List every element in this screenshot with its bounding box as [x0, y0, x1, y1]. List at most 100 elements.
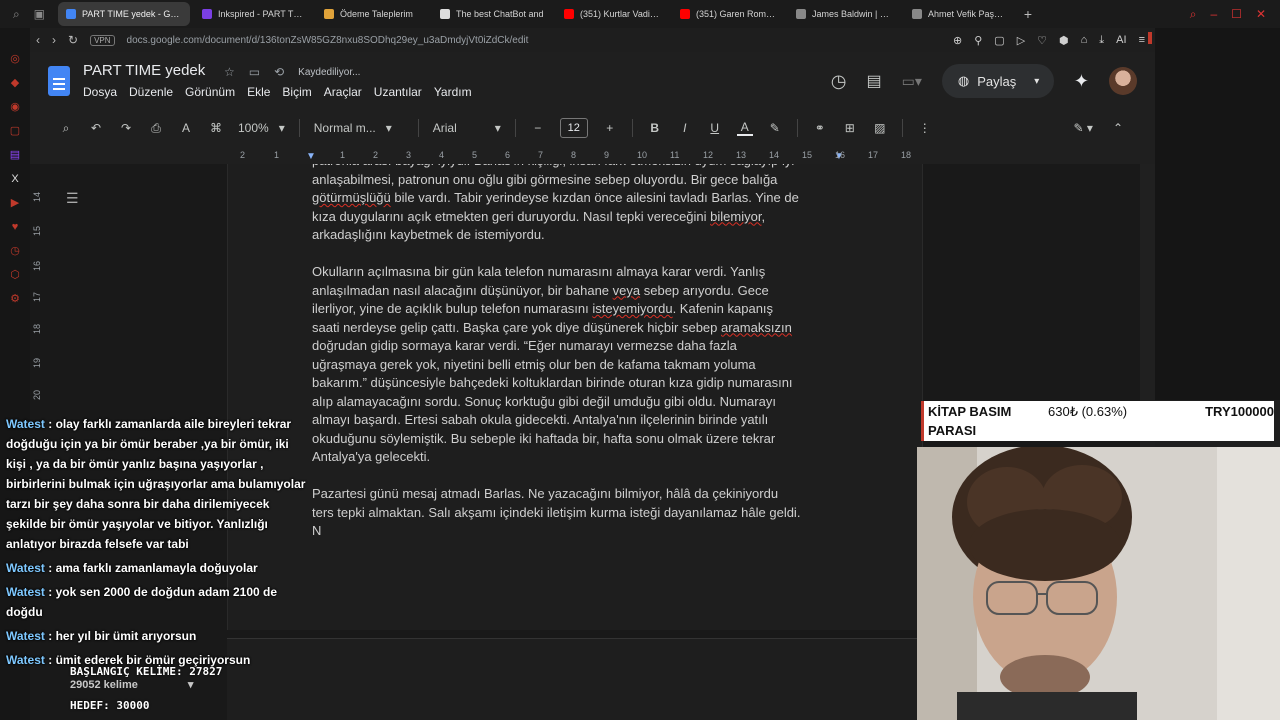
- link-icon[interactable]: ⚭: [812, 121, 828, 135]
- redo-icon[interactable]: ↷: [118, 121, 134, 135]
- tab-title: PART TIME yedek - Google: [82, 9, 182, 19]
- maximize-icon[interactable]: ☐: [1231, 7, 1242, 21]
- x-icon[interactable]: X: [8, 172, 22, 186]
- browser-tab[interactable]: (351) Kurtlar Vadisi - 7.: [556, 2, 668, 26]
- move-folder-icon[interactable]: ▭: [249, 65, 260, 79]
- menu-item[interactable]: Görünüm: [185, 85, 235, 99]
- ai-button[interactable]: AI: [1116, 34, 1126, 46]
- send-icon[interactable]: ▷: [1017, 34, 1025, 47]
- history-icon[interactable]: ◷: [8, 244, 22, 258]
- tab-title: James Baldwin | Her U: [812, 9, 892, 19]
- italic-icon[interactable]: I: [677, 121, 693, 135]
- history-icon[interactable]: ◷: [831, 71, 847, 92]
- back-icon[interactable]: ‹: [36, 33, 40, 47]
- download-icon[interactable]: ⤓: [1099, 34, 1104, 47]
- browser-tab[interactable]: Ödeme Taleplerim: [316, 2, 428, 26]
- zoom-icon[interactable]: ⊕: [953, 34, 962, 47]
- opera-icon[interactable]: ◎: [8, 52, 22, 66]
- highlight-icon[interactable]: ✎: [767, 121, 783, 135]
- document-title[interactable]: PART TIME yedek: [83, 62, 205, 79]
- paint-format-icon[interactable]: ⌘: [208, 121, 224, 135]
- document-next-page[interactable]: [227, 638, 923, 720]
- horizontal-ruler[interactable]: ▼ ▼ 2 1 1 2 3 4 5 6 7 8 9 10 11 12 13 14 15 16 17 18: [30, 148, 1155, 164]
- chat-separator: :: [44, 585, 56, 599]
- minimize-icon[interactable]: –: [1210, 7, 1217, 21]
- extension-icon[interactable]: ⬢: [1059, 34, 1069, 47]
- vpn-badge[interactable]: VPN: [90, 34, 115, 46]
- browser-tab[interactable]: Inkspired - PART TIME: [194, 2, 312, 26]
- add-comment-icon[interactable]: ⊞: [842, 121, 858, 135]
- ruler-number: 17: [868, 150, 879, 160]
- forward-icon[interactable]: ›: [52, 33, 56, 47]
- chat-username: Watest: [6, 585, 45, 599]
- player-icon[interactable]: ▶: [8, 196, 22, 210]
- underline-icon[interactable]: U: [707, 121, 723, 135]
- menu-item[interactable]: Araçlar: [324, 85, 362, 99]
- menu-item[interactable]: Uzantılar: [374, 85, 422, 99]
- snapshot-icon[interactable]: ▢: [994, 34, 1004, 47]
- chat-separator: :: [44, 417, 56, 431]
- browser-tab[interactable]: James Baldwin | Her U: [788, 2, 900, 26]
- instagram-icon[interactable]: ▢: [8, 124, 22, 138]
- chevron-down-icon[interactable]: ▾: [1034, 76, 1039, 87]
- settings-icon[interactable]: ⚙: [8, 292, 22, 306]
- new-tab-button[interactable]: +: [1016, 2, 1040, 26]
- zoom-select[interactable]: 100% ▾: [238, 121, 285, 135]
- gemini-icon[interactable]: ✦: [1074, 71, 1089, 92]
- menu-item[interactable]: Dosya: [83, 85, 117, 99]
- workspace-icon[interactable]: ▣: [34, 7, 45, 21]
- decrease-font-icon[interactable]: −: [530, 121, 546, 135]
- menu-item[interactable]: Biçim: [282, 85, 311, 99]
- url-field[interactable]: docs.google.com/document/d/136tonZsW85GZ…: [127, 35, 529, 46]
- insert-image-icon[interactable]: ▨: [872, 121, 888, 135]
- bold-icon[interactable]: B: [647, 121, 663, 135]
- menu-item[interactable]: Düzenle: [129, 85, 173, 99]
- spellcheck-icon[interactable]: A: [178, 121, 194, 135]
- meet-icon[interactable]: ▭▾: [902, 73, 922, 90]
- more-icon[interactable]: ⋮: [917, 121, 933, 135]
- document-body[interactable]: patronla arası bayağı iyiydi. Barlas'ın …: [312, 164, 852, 559]
- document-page[interactable]: patronla arası bayağı iyiydi. Barlas'ın …: [227, 164, 923, 630]
- search-icon[interactable]: ⌕: [1190, 7, 1197, 22]
- editing-mode-icon[interactable]: ✎ ▾: [1074, 121, 1093, 135]
- paragraph[interactable]: patronla arası bayağı iyiydi. Barlas'ın …: [312, 164, 852, 245]
- font-size-input[interactable]: 12: [559, 118, 588, 138]
- close-icon[interactable]: ✕: [1256, 7, 1266, 21]
- increase-font-icon[interactable]: +: [602, 121, 618, 135]
- paragraph[interactable]: Okulların açılmasına bir gün kala telefo…: [312, 263, 852, 467]
- avatar[interactable]: [1109, 67, 1137, 95]
- print-icon[interactable]: ⎙: [148, 121, 164, 136]
- twitch-icon[interactable]: ▤: [8, 148, 22, 162]
- wallet-icon[interactable]: ⌂: [1081, 34, 1088, 46]
- menu-icon[interactable]: ≡: [1139, 34, 1145, 46]
- browser-tab[interactable]: The best ChatBot and: [432, 2, 552, 26]
- docs-logo-icon[interactable]: [48, 66, 70, 96]
- ruler-number: 7: [538, 150, 544, 160]
- messenger-icon[interactable]: ◉: [8, 100, 22, 114]
- undo-icon[interactable]: ↶: [88, 121, 104, 135]
- tab-search-icon[interactable]: ⌕: [13, 7, 20, 22]
- search-menus-icon[interactable]: ⌕: [58, 121, 74, 136]
- reload-icon[interactable]: ↻: [68, 33, 78, 47]
- collapse-icon[interactable]: ⌃: [1113, 121, 1123, 135]
- extensions-icon[interactable]: ⬡: [8, 268, 22, 282]
- style-select[interactable]: Normal m... ▾: [314, 121, 404, 135]
- browser-tab[interactable]: Ahmet Vefik Paşa Kütü: [904, 2, 1016, 26]
- share-button[interactable]: ◍ Paylaş ▾: [941, 64, 1054, 98]
- document-outline-icon[interactable]: ☰: [66, 190, 79, 207]
- comments-icon[interactable]: ▤: [867, 71, 882, 91]
- aria-icon[interactable]: ◆: [8, 76, 22, 90]
- menu-item[interactable]: Yardım: [434, 85, 472, 99]
- paragraph[interactable]: Pazartesi günü mesaj atmadı Barlas. Ne y…: [312, 485, 852, 541]
- ruler-number: 11: [670, 150, 680, 160]
- font-select[interactable]: Arial ▾: [433, 121, 501, 135]
- star-icon[interactable]: ☆: [224, 65, 235, 79]
- heart-icon[interactable]: ♡: [1037, 34, 1047, 47]
- browser-tab[interactable]: (351) Garen Romanı İnc: [672, 2, 784, 26]
- indent-marker-icon[interactable]: ▼: [306, 151, 316, 162]
- browser-tab[interactable]: PART TIME yedek - Google: [58, 2, 190, 26]
- bookmarks-icon[interactable]: ♥: [8, 220, 22, 234]
- pin-icon[interactable]: ⚲: [974, 34, 982, 47]
- text-color-icon[interactable]: A: [736, 120, 753, 136]
- menu-item[interactable]: Ekle: [247, 85, 270, 99]
